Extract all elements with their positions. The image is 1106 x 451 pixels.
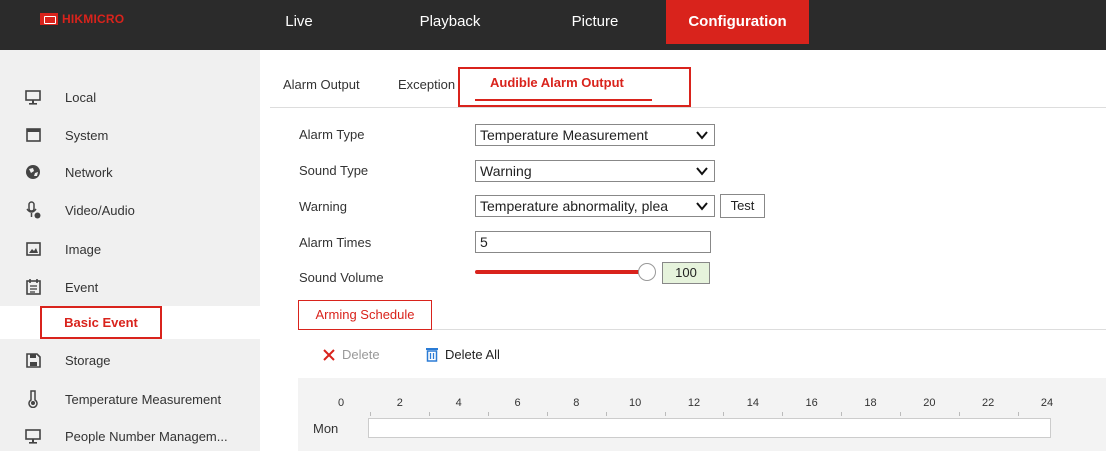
hour-tick-label: 20 (923, 397, 936, 409)
sidebar-item-label: Storage (65, 352, 111, 368)
sidebar-item-label: People Number Managem... (65, 428, 228, 444)
config-tabs: Alarm Output Exception Audible Alarm Out… (270, 67, 1106, 108)
sidebar-item-label: Video/Audio (65, 202, 135, 218)
chevron-down-icon (696, 167, 708, 176)
day-label-mon: Mon (313, 421, 339, 436)
nav-picture[interactable]: Picture (562, 0, 628, 44)
sidebar-item-label: Event (65, 279, 99, 295)
calendar-icon (25, 279, 41, 295)
nav-playback[interactable]: Playback (412, 0, 488, 44)
monitor-icon (25, 428, 41, 444)
delete-label: Delete (342, 347, 380, 362)
thermometer-icon (25, 390, 41, 408)
hour-tick-label: 14 (746, 397, 759, 409)
alarm-times-input[interactable]: 5 (475, 231, 711, 253)
hour-tick-mark (488, 412, 490, 416)
sidebar-item-label: Temperature Measurement (65, 391, 222, 407)
sidebar-item-label: System (65, 127, 109, 143)
hour-tick-mark (370, 412, 372, 416)
image-icon (25, 241, 41, 257)
sidebar-item-image[interactable]: Image (0, 230, 260, 268)
hour-tick-mark (841, 412, 843, 416)
hour-tick-mark (546, 412, 548, 416)
hour-tick-label: 6 (514, 397, 521, 409)
hour-tick-label: 24 (1040, 397, 1054, 409)
sound-type-select[interactable]: Warning (475, 160, 715, 182)
nav-live-view[interactable]: Live View (268, 0, 330, 74)
hour-tick-mark (899, 412, 901, 416)
delete-all-button[interactable]: Delete All (425, 347, 500, 362)
hour-tick-mark (958, 412, 960, 416)
logo: HIKMICRO (40, 10, 124, 28)
alarm-type-select[interactable]: Temperature Measurement (475, 124, 715, 146)
sound-type-value: Warning (480, 163, 532, 179)
chevron-down-icon (695, 199, 709, 213)
hour-tick-label: 12 (687, 397, 701, 409)
warning-label: Warning (299, 199, 347, 214)
sidebar-subitem-label: Basic Event (64, 315, 138, 330)
alarm-type-value: Temperature Measurement (480, 127, 649, 143)
volume-slider-handle[interactable] (638, 263, 656, 281)
sidebar-item-video-audio[interactable]: Video/Audio (0, 191, 260, 229)
sound-type-label: Sound Type (299, 163, 369, 178)
save-icon (25, 352, 41, 368)
hour-tick-mark (723, 412, 725, 416)
hour-tick-label: 8 (573, 397, 580, 409)
hour-tick-label: 22 (982, 397, 995, 409)
hikmicro-logo-icon (40, 13, 58, 25)
schedule-timeline-mon[interactable] (368, 418, 1051, 438)
active-tab-highlight (458, 67, 691, 107)
trash-icon (426, 348, 438, 362)
monitor-icon (25, 89, 41, 105)
sound-volume-label: Sound Volume (299, 270, 384, 285)
hour-tick-label: 16 (805, 397, 818, 409)
test-button[interactable]: Test (720, 194, 765, 218)
warning-select[interactable]: Temperature abnormality, plea (475, 195, 715, 217)
sidebar-subitem-basic-event[interactable]: Basic Event (0, 306, 260, 339)
warning-value: Temperature abnormality, plea (480, 198, 669, 214)
alarm-type-label: Alarm Type (299, 127, 365, 142)
arming-schedule-bar: Arming Schedule (298, 300, 1106, 330)
window-icon (25, 127, 41, 143)
sidebar-item-label: Local (65, 89, 97, 105)
top-nav-bar: HIKMICRO Live View Playback Picture Conf… (0, 0, 1106, 74)
sidebar-item-storage[interactable]: Storage (0, 341, 260, 379)
close-icon (323, 348, 335, 361)
nav-configuration[interactable]: Configuration (666, 0, 809, 44)
tab-exception[interactable]: Exception (398, 77, 458, 92)
selected-highlight: Basic Event (40, 306, 162, 339)
sidebar-item-system[interactable]: System (0, 116, 260, 154)
globe-icon (25, 164, 41, 180)
volume-slider-track[interactable] (475, 270, 645, 274)
hour-tick-mark (605, 412, 607, 416)
microphone-icon (25, 201, 41, 219)
hour-tick-label: 4 (455, 397, 462, 409)
hour-tick-label: 10 (629, 397, 642, 409)
sidebar-item-people-number[interactable]: People Number Managem... (0, 417, 260, 451)
logo-text: HIKMICRO (62, 12, 125, 26)
schedule-grid (298, 378, 1106, 451)
hour-tick-mark (782, 412, 784, 416)
volume-value-box[interactable]: 100 (662, 262, 710, 284)
sidebar-item-temperature-measurement[interactable]: Temperature Measurement (0, 380, 260, 418)
tab-alarm-output[interactable]: Alarm Output (283, 77, 360, 92)
hour-tick-label: 2 (396, 397, 403, 409)
hour-tick-label: 0 (337, 397, 345, 409)
chevron-down-icon (696, 131, 708, 140)
sidebar-item-label: Network (65, 164, 113, 180)
delete-button[interactable]: Delete (322, 347, 380, 362)
sidebar-item-label: Image (65, 241, 102, 257)
delete-all-label: Delete All (445, 347, 500, 362)
hour-tick-label: 18 (864, 397, 877, 409)
hour-tick-mark (664, 412, 666, 416)
arming-schedule-tab[interactable]: Arming Schedule (298, 300, 432, 330)
hour-tick-mark (429, 412, 431, 416)
sidebar-item-network[interactable]: Network (0, 153, 260, 191)
hour-tick-mark (1017, 412, 1019, 416)
sidebar-item-event[interactable]: Event (0, 268, 260, 306)
sidebar-item-local[interactable]: Local (0, 78, 260, 116)
alarm-times-label: Alarm Times (299, 235, 372, 250)
